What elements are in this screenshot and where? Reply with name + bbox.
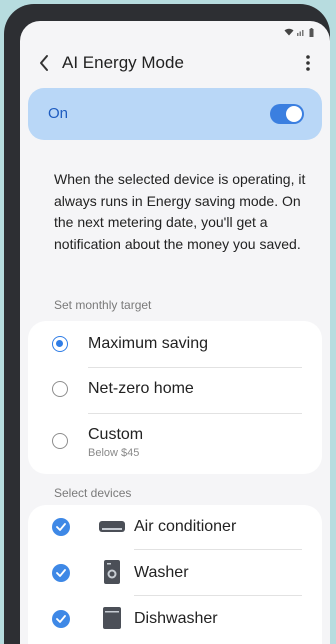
checkmark-icon bbox=[56, 569, 66, 577]
switch-knob bbox=[286, 106, 302, 122]
target-option-custom[interactable]: Custom Below $45 bbox=[28, 413, 322, 473]
dishwasher-icon bbox=[98, 604, 126, 632]
radio-selected-icon[interactable] bbox=[52, 336, 68, 352]
section-label-monthly-target: Set monthly target bbox=[54, 298, 152, 312]
signal-icon bbox=[297, 30, 304, 36]
monthly-target-card: Maximum saving Net-zero home Custom Belo… bbox=[28, 321, 322, 474]
target-option-sublabel: Below $45 bbox=[88, 447, 140, 459]
master-toggle-card[interactable]: On bbox=[28, 88, 322, 140]
target-option-label: Custom bbox=[88, 426, 144, 443]
target-option-label: Net-zero home bbox=[88, 380, 194, 397]
radio-unselected-icon[interactable] bbox=[52, 433, 68, 449]
radio-unselected-icon[interactable] bbox=[52, 381, 68, 397]
device-label: Dishwasher bbox=[134, 610, 218, 627]
description-text: When the selected device is operating, i… bbox=[54, 171, 306, 252]
target-option-maximum-saving[interactable]: Maximum saving bbox=[28, 321, 322, 366]
target-option-label: Maximum saving bbox=[88, 335, 209, 352]
air-conditioner-icon bbox=[98, 513, 126, 541]
device-label: Air conditioner bbox=[134, 518, 237, 535]
page-title: AI Energy Mode bbox=[62, 53, 184, 72]
washer-icon bbox=[98, 558, 126, 586]
section-label-devices: Select devices bbox=[54, 486, 132, 500]
devices-card: Air conditioner Washer Dishwasher bbox=[28, 505, 322, 644]
energy-mode-switch[interactable] bbox=[270, 104, 304, 124]
checkbox-checked-icon[interactable] bbox=[52, 610, 70, 628]
chevron-left-icon bbox=[40, 55, 48, 71]
divider bbox=[134, 595, 302, 596]
checkbox-checked-icon[interactable] bbox=[52, 518, 70, 536]
phone-screen: AI Energy Mode On When the selected devi… bbox=[20, 21, 330, 644]
divider bbox=[134, 549, 302, 550]
status-bar bbox=[284, 27, 314, 37]
checkmark-icon bbox=[56, 523, 66, 531]
more-options-button[interactable] bbox=[296, 49, 320, 77]
device-item-air-conditioner[interactable]: Air conditioner bbox=[28, 505, 322, 549]
more-vertical-icon bbox=[306, 55, 310, 71]
target-option-net-zero-home[interactable]: Net-zero home bbox=[28, 367, 322, 412]
device-label: Washer bbox=[134, 564, 189, 581]
checkbox-checked-icon[interactable] bbox=[52, 564, 70, 582]
battery-icon bbox=[309, 27, 314, 37]
app-bar: AI Energy Mode bbox=[20, 45, 330, 81]
phone-frame: AI Energy Mode On When the selected devi… bbox=[4, 4, 330, 644]
device-item-dishwasher[interactable]: Dishwasher bbox=[28, 597, 322, 641]
device-item-washer[interactable]: Washer bbox=[28, 551, 322, 595]
back-button[interactable] bbox=[30, 49, 58, 77]
toggle-label: On bbox=[48, 105, 69, 122]
wifi-icon bbox=[284, 28, 294, 36]
checkmark-icon bbox=[56, 615, 66, 623]
